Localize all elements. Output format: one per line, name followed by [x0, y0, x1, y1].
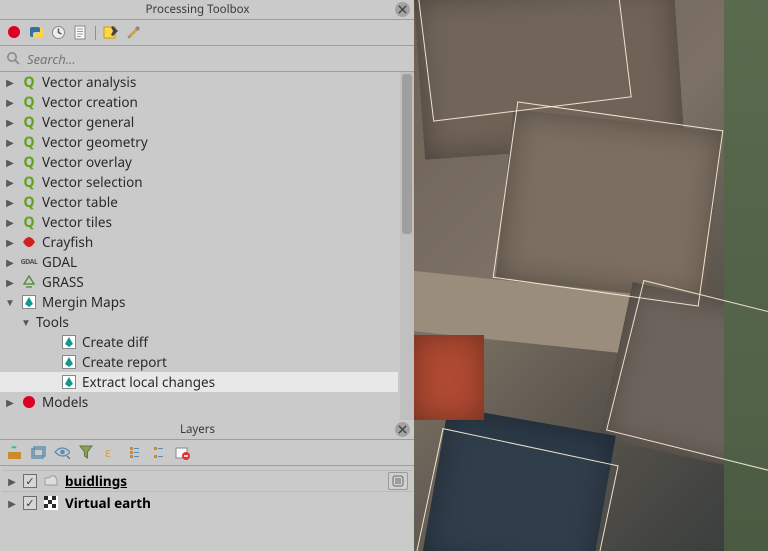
- tree-item-vector-analysis[interactable]: ▶QVector analysis: [0, 72, 398, 92]
- processing-tree-scrollbar[interactable]: [400, 72, 414, 420]
- mergin-maps-icon: [60, 374, 78, 390]
- tree-item-models[interactable]: ▶Models: [0, 392, 398, 412]
- tree-item-vector-table[interactable]: ▶QVector table: [0, 192, 398, 212]
- layer-label: buidlings: [65, 472, 127, 490]
- tree-item-vector-geometry[interactable]: ▶QVector geometry: [0, 132, 398, 152]
- crayfish-icon: [20, 234, 38, 250]
- tree-item-vector-creation[interactable]: ▶QVector creation: [0, 92, 398, 112]
- mergin-maps-icon: [60, 354, 78, 370]
- qgis-icon: Q: [20, 174, 38, 190]
- layer-row-virtual-earth[interactable]: ▶ ✓ Virtual earth: [2, 492, 412, 514]
- tree-item-grass[interactable]: ▶GRASS: [0, 272, 398, 292]
- tree-item-create-diff[interactable]: Create diff: [0, 332, 398, 352]
- expand-all-icon[interactable]: [126, 445, 142, 461]
- layers-list: ▶ ✓ buidlings ▶ ✓ Virtual earth: [0, 466, 414, 551]
- processing-search-bar: [0, 46, 414, 72]
- qgis-icon: Q: [20, 94, 38, 110]
- layer-label: Virtual earth: [65, 494, 151, 512]
- qgis-icon: Q: [20, 194, 38, 210]
- layer-edit-toggle-button[interactable]: [388, 472, 408, 490]
- visibility-icon[interactable]: [54, 445, 70, 461]
- processing-panel-header: Processing Toolbox: [0, 0, 414, 20]
- raster-layer-icon: [42, 495, 60, 511]
- mergin-maps-icon: [60, 334, 78, 350]
- processing-panel-close-button[interactable]: [395, 2, 410, 17]
- map-canvas[interactable]: [414, 0, 768, 551]
- building-polygon: [493, 101, 724, 306]
- tree-item-gdal[interactable]: ▶GDALGDAL: [0, 252, 398, 272]
- processing-toolbar: [0, 20, 414, 46]
- tree-item-mergin-maps[interactable]: ▼Mergin Maps: [0, 292, 398, 312]
- svg-text:ε: ε: [105, 445, 111, 460]
- layer-visibility-checkbox[interactable]: ✓: [23, 474, 37, 488]
- search-icon: [6, 51, 21, 66]
- style-manager-icon[interactable]: [6, 445, 22, 461]
- edit-in-place-icon[interactable]: [103, 25, 119, 41]
- tree-item-crayfish[interactable]: ▶Crayfish: [0, 232, 398, 252]
- tree-item-vector-overlay[interactable]: ▶QVector overlay: [0, 152, 398, 172]
- script-gear-icon[interactable]: [6, 25, 22, 41]
- results-icon[interactable]: [72, 25, 88, 41]
- expression-filter-icon[interactable]: ε: [102, 445, 118, 461]
- qgis-icon: Q: [20, 214, 38, 230]
- tree-item-vector-tiles[interactable]: ▶QVector tiles: [0, 212, 398, 232]
- processing-tree: ▶QVector analysis ▶QVector creation ▶QVe…: [0, 72, 414, 420]
- tree-item-vector-general[interactable]: ▶QVector general: [0, 112, 398, 132]
- layer-visibility-checkbox[interactable]: ✓: [23, 496, 37, 510]
- layers-toolbar: ε: [0, 440, 414, 466]
- filter-legend-icon[interactable]: [78, 445, 94, 461]
- qgis-icon: Q: [20, 154, 38, 170]
- tree-item-create-report[interactable]: Create report: [0, 352, 398, 372]
- layers-panel-header: Layers: [0, 420, 414, 440]
- remove-layer-icon[interactable]: [174, 445, 190, 461]
- left-sidebar: Processing Toolbox ▶QVector analysis ▶QV…: [0, 0, 414, 551]
- processing-search-input[interactable]: [27, 46, 408, 71]
- tree-item-extract-local-changes[interactable]: Extract local changes: [0, 372, 398, 392]
- qgis-icon: Q: [20, 114, 38, 130]
- collapse-all-icon[interactable]: [150, 445, 166, 461]
- grass-icon: [20, 274, 38, 290]
- layer-row-buildings[interactable]: ▶ ✓ buidlings: [2, 470, 412, 492]
- tree-item-mergin-tools[interactable]: ▼Tools: [0, 312, 398, 332]
- tree-item-vector-selection[interactable]: ▶QVector selection: [0, 172, 398, 192]
- history-icon[interactable]: [50, 25, 66, 41]
- options-icon[interactable]: [125, 25, 141, 41]
- models-icon: [20, 394, 38, 410]
- qgis-icon: Q: [20, 74, 38, 90]
- layers-panel-title: Layers: [0, 422, 395, 437]
- qgis-icon: Q: [20, 134, 38, 150]
- processing-panel-title: Processing Toolbox: [0, 2, 395, 17]
- layers-panel-close-button[interactable]: [395, 422, 410, 437]
- gdal-icon: GDAL: [20, 254, 38, 270]
- add-group-icon[interactable]: [30, 445, 46, 461]
- mergin-maps-icon: [20, 294, 38, 310]
- python-icon[interactable]: [28, 25, 44, 41]
- polygon-layer-icon: [42, 473, 60, 489]
